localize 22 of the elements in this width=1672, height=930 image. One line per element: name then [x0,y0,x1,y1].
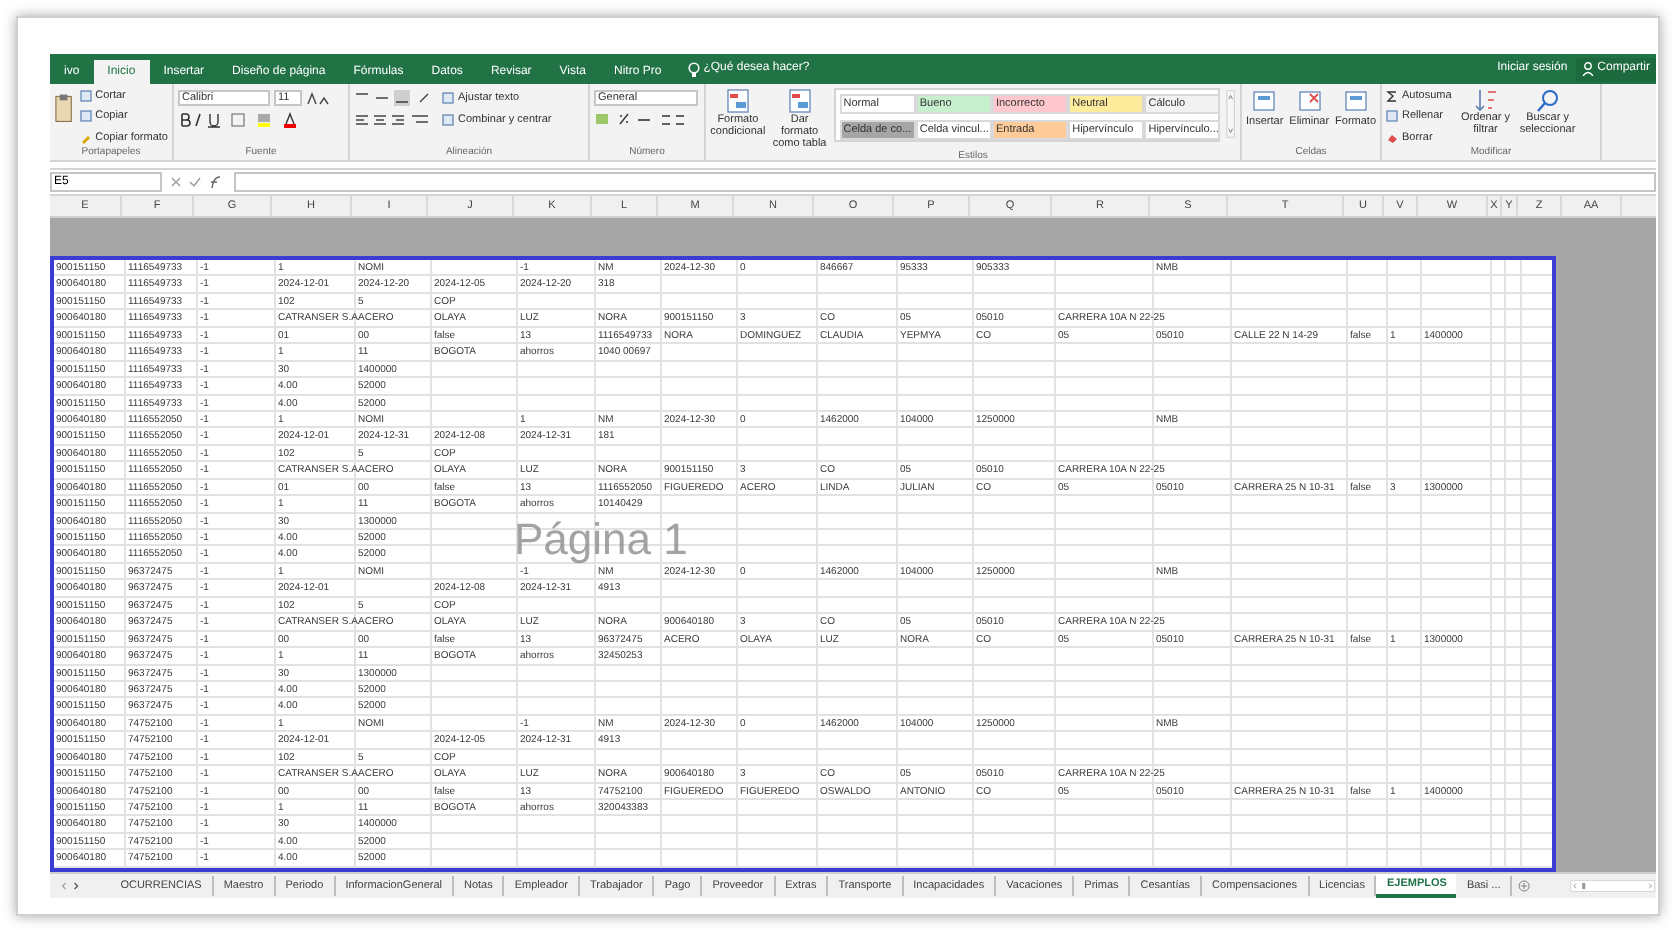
vertical-align-icon[interactable] [354,90,434,107]
table-format-icon[interactable] [787,88,812,114]
delete-cells-icon[interactable] [1297,88,1322,114]
gallery-scroll-icon[interactable] [1226,88,1236,140]
insert-cells-icon[interactable] [1252,88,1277,114]
sort-icon[interactable] [1473,88,1498,112]
conditional-format-icon[interactable] [725,88,750,114]
page-number-watermark: Página 1 [514,514,688,564]
horizontal-scrollbar-icon[interactable] [1570,878,1656,894]
eraser-icon[interactable] [1386,131,1398,144]
scroll-tabs-right-icon[interactable] [70,878,83,894]
search-icon[interactable] [1535,88,1560,112]
grow-font-icon[interactable] [306,91,330,105]
paste-icon[interactable] [54,92,74,124]
horizontal-align-icon[interactable] [354,112,434,129]
formula-input[interactable] [234,172,1656,192]
person-icon[interactable] [1581,62,1594,76]
add-sheet-icon[interactable] [1518,878,1531,894]
sigma-icon[interactable] [1386,90,1398,103]
brush-icon[interactable] [79,131,92,144]
lightbulb-icon[interactable] [687,61,700,77]
format-cells-icon[interactable] [1343,88,1368,114]
